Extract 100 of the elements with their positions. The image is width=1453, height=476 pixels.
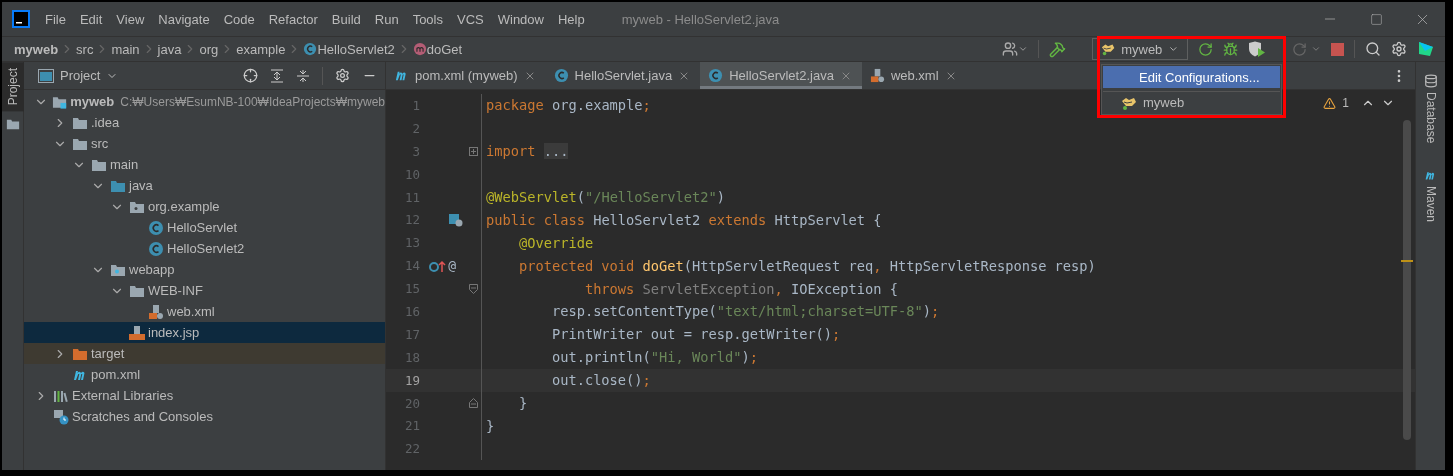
line-number: 15 xyxy=(403,281,420,297)
class-icon xyxy=(303,42,318,56)
line-number: 14 xyxy=(403,258,420,274)
tree-item[interactable]: web.xml xyxy=(24,301,385,322)
line-number: 1 xyxy=(411,97,420,113)
breadcrumb[interactable]: src xyxy=(76,41,94,57)
collapse-all-icon[interactable] xyxy=(296,68,310,83)
menu-item[interactable]: Run xyxy=(367,11,406,27)
settings-icon[interactable] xyxy=(335,68,350,83)
breadcrumb[interactable]: myweb xyxy=(14,41,59,57)
caret-icon[interactable] xyxy=(1018,44,1028,54)
menu-item[interactable]: VCS xyxy=(450,11,491,27)
menu-item[interactable]: File xyxy=(38,11,73,27)
code-line: resp.setContentType("text/html;charset=UTF-8"); xyxy=(550,303,940,320)
breadcrumb[interactable]: main xyxy=(111,41,140,57)
expand-all-icon[interactable] xyxy=(270,68,284,83)
breadcrumb[interactable]: org xyxy=(199,41,219,57)
warning-marker[interactable] xyxy=(1401,260,1413,262)
breadcrumb[interactable]: HelloServlet2 xyxy=(317,41,395,57)
editor-tab[interactable]: web.xml xyxy=(861,62,967,89)
maximize-icon[interactable] xyxy=(1369,12,1383,26)
breadcrumb[interactable]: example xyxy=(236,41,286,57)
folder-icon xyxy=(5,117,20,132)
tree-item[interactable]: target xyxy=(24,343,385,364)
maven-icon xyxy=(1424,169,1437,183)
code-line: package org.example; xyxy=(485,97,651,114)
app-logo-icon xyxy=(12,10,30,28)
expand-fold-icon[interactable] xyxy=(469,146,478,156)
menu-item[interactable]: Build xyxy=(324,11,368,27)
tree-item[interactable]: java xyxy=(24,175,385,196)
menu-item[interactable]: myweb xyxy=(1103,91,1280,113)
line-number: 12 xyxy=(403,212,420,228)
editor-tab[interactable]: HelloServlet2.java xyxy=(700,62,862,89)
class-icon xyxy=(148,240,164,257)
editor-tab[interactable]: HelloServlet.java xyxy=(545,62,701,89)
menu-item[interactable]: Help xyxy=(550,11,592,27)
code-line: import ... xyxy=(485,143,569,160)
fold-icon[interactable] xyxy=(469,283,478,294)
tree-item[interactable]: index.jsp xyxy=(24,322,385,343)
line-number: 11 xyxy=(403,189,420,205)
tree-item[interactable]: webapp xyxy=(24,259,385,280)
tree-item[interactable]: HelloServlet2 xyxy=(24,238,385,259)
scratches-icon xyxy=(53,408,69,425)
logo-icon[interactable] xyxy=(1417,40,1435,58)
menu-item[interactable]: Refactor xyxy=(261,11,325,27)
tool-window-tab[interactable]: Database xyxy=(1419,68,1442,150)
line-number: 20 xyxy=(403,395,420,411)
user-icon[interactable] xyxy=(1002,41,1018,57)
line-number: 3 xyxy=(411,143,420,159)
warning-count[interactable]: 1 xyxy=(1342,96,1349,110)
settings-icon[interactable] xyxy=(1391,41,1407,57)
code-line: out.close(); xyxy=(550,372,651,389)
xml-file-icon xyxy=(148,303,164,320)
panel-title[interactable]: Project xyxy=(60,68,119,83)
warning-icon[interactable] xyxy=(1323,96,1337,110)
line-number: 18 xyxy=(403,349,420,365)
bug-icon[interactable] xyxy=(1223,41,1238,57)
tree-item[interactable]: WEB-INF xyxy=(24,280,385,301)
tree-item[interactable]: .idea xyxy=(24,112,385,133)
servlet-icon[interactable] xyxy=(448,212,464,227)
breadcrumb[interactable]: doGet xyxy=(426,41,463,57)
tree-item[interactable]: pom.xml xyxy=(24,364,385,385)
scrollbar[interactable] xyxy=(1403,120,1411,440)
annotation-marker[interactable]: @ xyxy=(448,258,456,274)
menu-item[interactable]: Edit xyxy=(72,11,110,27)
coverage-icon[interactable] xyxy=(1248,41,1266,57)
menu-item[interactable]: Edit Configurations... xyxy=(1103,66,1280,88)
breadcrumb[interactable]: java xyxy=(157,41,182,57)
line-number: 19 xyxy=(403,372,420,388)
tree-item[interactable]: myweb C:₩Users₩EsumNB-100₩IdeaProjects₩myweb xyxy=(24,91,385,112)
editor-tab[interactable]: pom.xml (myweb) xyxy=(386,62,546,89)
search-icon[interactable] xyxy=(1365,41,1381,57)
tree-item[interactable]: main xyxy=(24,154,385,175)
locate-icon[interactable] xyxy=(243,68,258,83)
menu-item[interactable]: Tools xyxy=(405,11,450,27)
menu-item[interactable]: View xyxy=(109,11,152,27)
menu-item[interactable]: Window xyxy=(490,11,551,27)
xml-file-icon xyxy=(869,68,885,83)
tree-item[interactable]: HelloServlet xyxy=(24,217,385,238)
tree-item[interactable]: org.example xyxy=(24,196,385,217)
tool-window-tab[interactable]: Maven xyxy=(1419,163,1442,229)
code-line: public class HelloServlet2 extends HttpServlet { xyxy=(485,211,882,228)
tree-item[interactable]: Scratches and Consoles xyxy=(24,406,385,427)
hammer-icon[interactable] xyxy=(1049,40,1066,58)
run-config-select[interactable]: myweb xyxy=(1092,38,1188,60)
line-number: 2 xyxy=(411,120,420,136)
code-line: PrintWriter out = resp.getWriter(); xyxy=(550,326,841,343)
menu-item[interactable]: Navigate xyxy=(151,11,217,27)
fold-end-icon[interactable] xyxy=(469,398,478,408)
line-number: 21 xyxy=(403,418,420,434)
class-icon xyxy=(553,68,569,83)
tree-item[interactable]: src xyxy=(24,133,385,154)
override-icon[interactable] xyxy=(428,258,447,273)
code-line: throws ServletException, IOException { xyxy=(583,280,899,297)
stop-icon[interactable] xyxy=(1331,42,1344,56)
rerun-icon[interactable] xyxy=(1198,41,1213,57)
menu-item[interactable]: Code xyxy=(216,11,262,27)
tool-window-tab[interactable]: Project xyxy=(2,62,24,112)
line-number: 16 xyxy=(403,303,420,319)
tree-item[interactable]: External Libraries xyxy=(24,385,385,406)
